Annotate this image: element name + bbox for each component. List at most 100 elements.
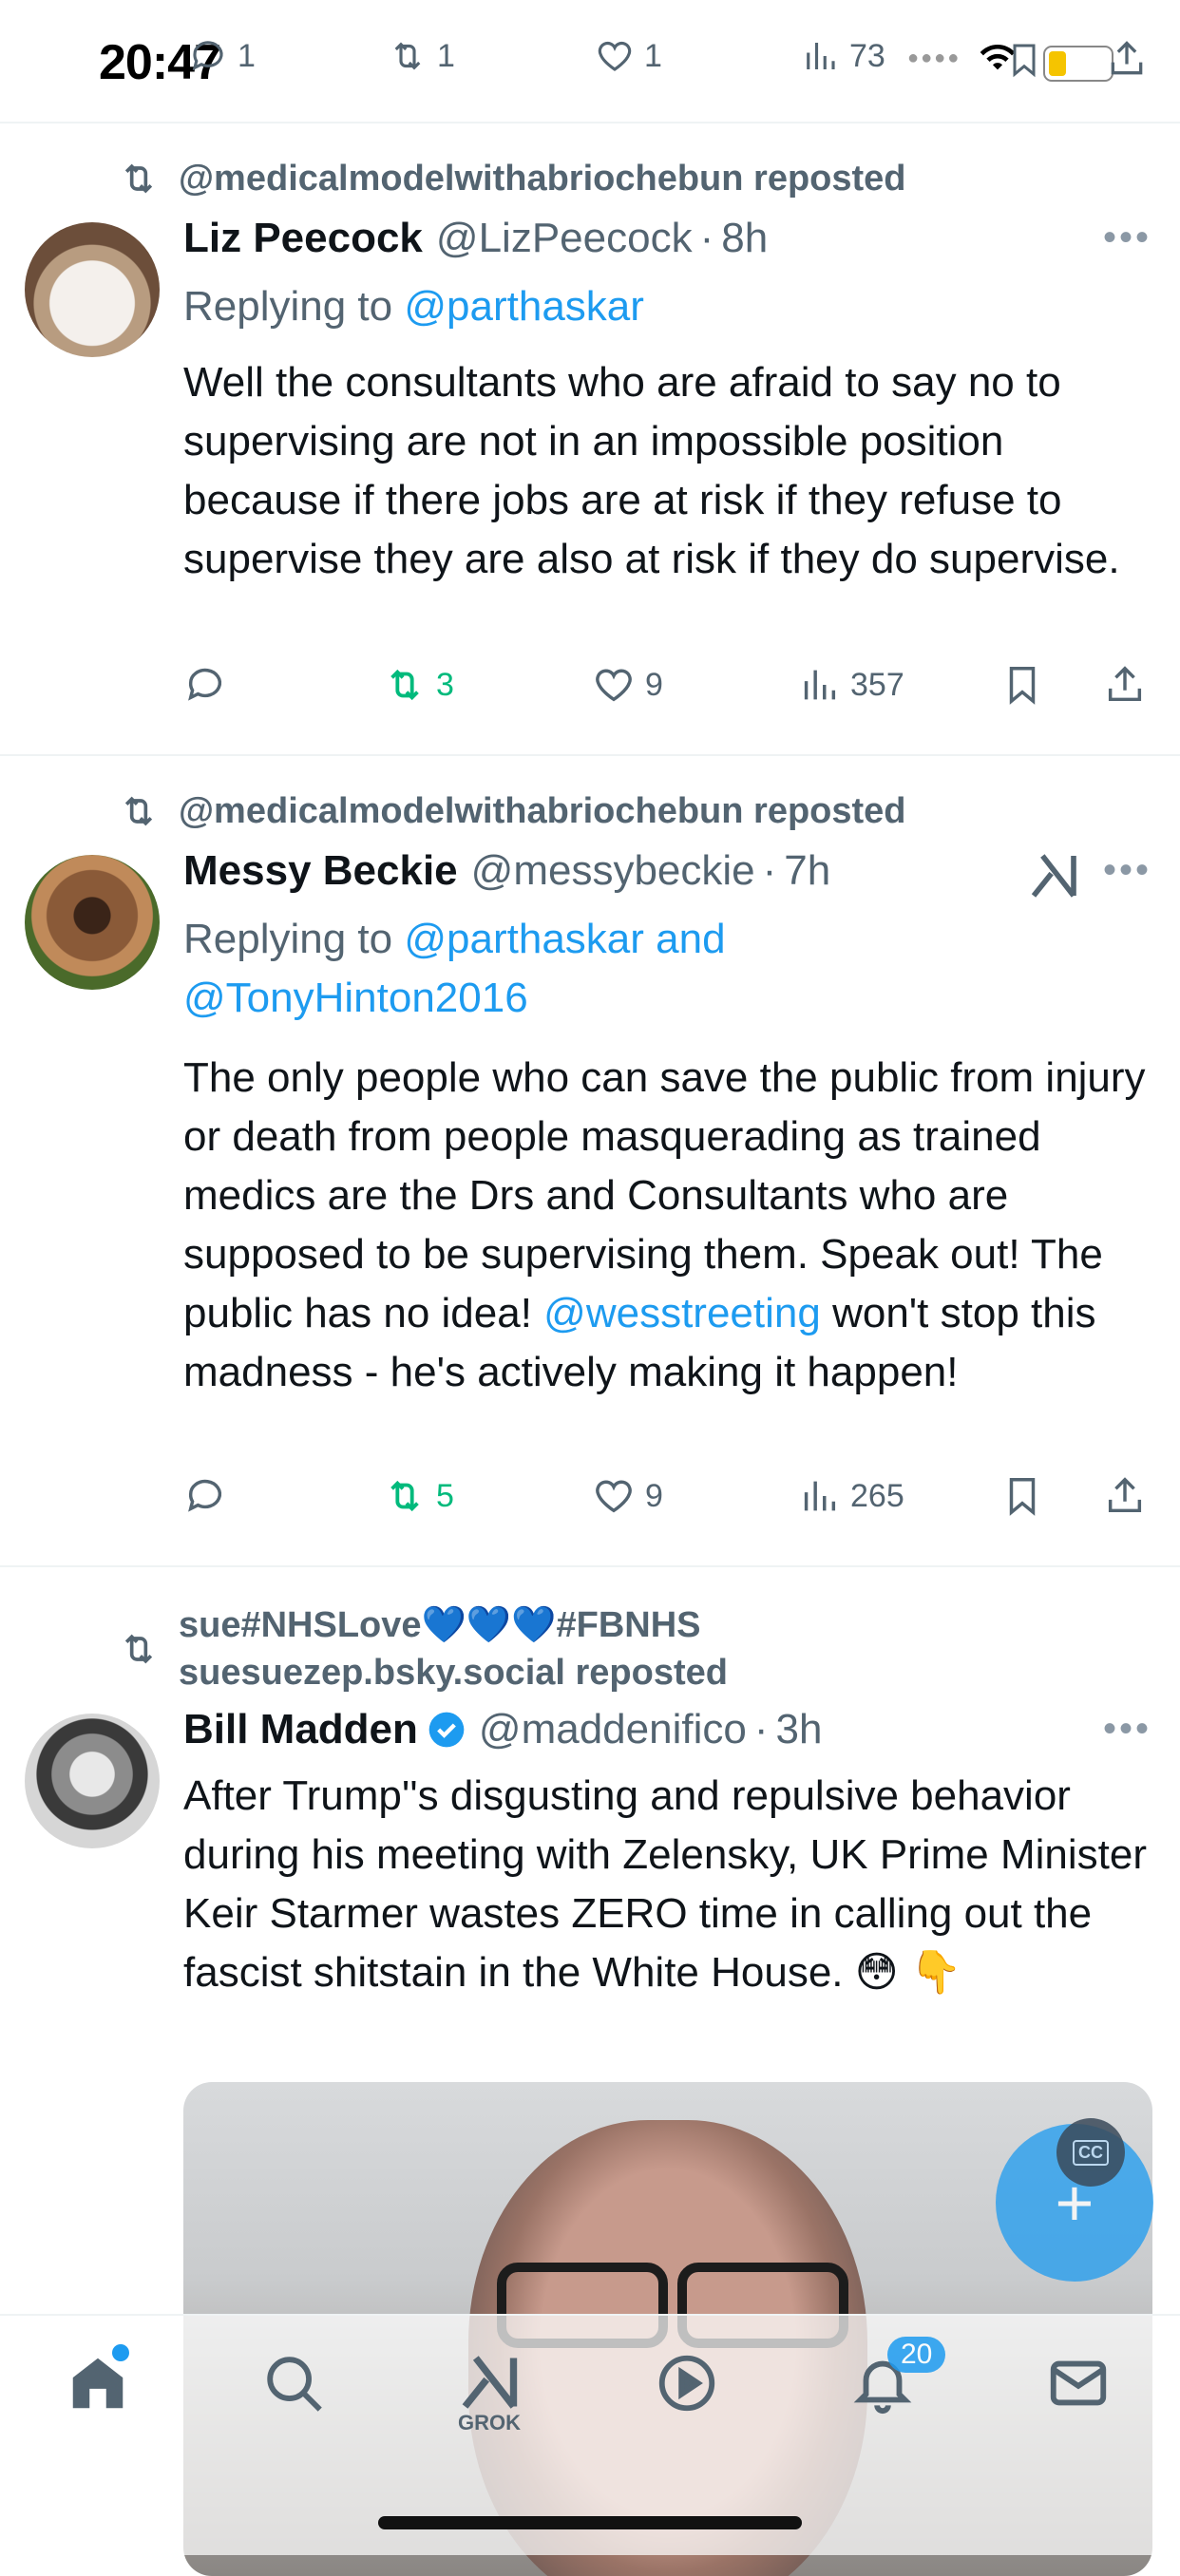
captions-button[interactable]: CC [1056, 2118, 1125, 2187]
repost-icon [124, 796, 153, 826]
post-time: 7h [784, 847, 831, 894]
nav-messages[interactable] [1036, 2350, 1121, 2435]
separator: · [762, 847, 777, 894]
repost-icon [394, 42, 421, 70]
bookmark-button[interactable] [1000, 1474, 1054, 1518]
bookmark-button[interactable] [1000, 663, 1054, 707]
post-header: Liz Peecock @LizPeecock · 8h [183, 215, 768, 262]
post-text: Well the consultants who are afraid to s… [183, 359, 1120, 582]
more-options-icon[interactable]: ••• [1103, 849, 1151, 892]
like-count: 1 [644, 37, 662, 74]
share-icon [1108, 666, 1142, 702]
repost-button[interactable]: 1 [388, 36, 455, 76]
share-button[interactable] [1103, 663, 1156, 707]
repost-icon [124, 1634, 153, 1664]
repost-button[interactable]: 3 [383, 663, 454, 707]
author-handle[interactable]: @LizPeecock [436, 215, 693, 262]
views-icon [804, 1481, 836, 1511]
post-header: Messy Beckie @messybeckie · 7h [183, 847, 830, 895]
post-text: After Trump''s disgusting and repulsive … [183, 1772, 1147, 1996]
grok-icon [462, 2356, 518, 2409]
repost-icon [390, 1480, 419, 1512]
mail-icon [1050, 2360, 1107, 2406]
post-text: The only people who can save the public … [183, 1054, 1146, 1395]
reply-button[interactable] [183, 1474, 237, 1518]
reply-icon [192, 41, 223, 71]
verified-badge-icon [428, 1712, 465, 1748]
repost-attribution[interactable]: @medicalmodelwithabriochebun reposted [118, 790, 906, 832]
author-name[interactable]: Liz Peecock [183, 215, 423, 262]
views-button[interactable]: 73 [800, 36, 885, 76]
divider [0, 122, 1180, 123]
home-icon [72, 2358, 124, 2409]
repost-button[interactable]: 5 [383, 1474, 454, 1518]
post-actions: 5 9 265 [183, 1474, 1152, 1531]
like-button[interactable]: 9 [592, 663, 663, 707]
nav-home[interactable] [55, 2350, 141, 2435]
divider [0, 1565, 1180, 1567]
repost-count: 5 [436, 1477, 454, 1514]
views-button[interactable]: 357 [797, 663, 904, 707]
mention-link[interactable]: @wesstreeting [543, 1290, 821, 1336]
repost-attribution[interactable]: sue#NHSLove💙💙💙#FBNHS suesuezep.bsky.soci… [118, 1601, 728, 1696]
home-indicator [378, 2516, 802, 2529]
play-icon [658, 2355, 715, 2412]
like-count: 9 [645, 1477, 663, 1514]
views-icon [807, 43, 835, 69]
separator: · [753, 1706, 769, 1752]
views-count: 357 [850, 666, 904, 703]
views-icon [804, 670, 836, 700]
replying-to: Replying to @parthaskar [183, 283, 644, 330]
bookmark-icon [1009, 1478, 1036, 1516]
share-button[interactable] [1103, 1474, 1156, 1518]
signal-icon: ●●●● [907, 47, 961, 68]
bookmark-icon [1009, 667, 1036, 705]
grok-icon[interactable] [1027, 849, 1080, 902]
views-count: 73 [849, 37, 885, 74]
avatar[interactable] [25, 855, 160, 990]
views-count: 265 [850, 1477, 904, 1514]
reply-button[interactable] [183, 663, 237, 707]
nav-grok[interactable]: GROK [447, 2350, 532, 2435]
more-options-icon[interactable]: ••• [1103, 217, 1151, 259]
mention-link[interactable]: @parthaskar and [404, 916, 725, 962]
author-handle[interactable]: @maddenifico [479, 1706, 747, 1753]
separator: · [699, 215, 714, 261]
post-time: 3h [775, 1706, 823, 1752]
like-button[interactable]: 9 [592, 1474, 663, 1518]
heart-icon [598, 41, 632, 71]
author-name[interactable]: Bill Madden [183, 1706, 418, 1753]
reply-button[interactable]: 1 [188, 36, 256, 76]
reply-count: 1 [238, 37, 256, 74]
nav-search[interactable] [251, 2350, 336, 2435]
author-handle[interactable]: @messybeckie [471, 847, 755, 895]
repost-icon [124, 163, 153, 194]
views-button[interactable]: 265 [797, 1474, 904, 1518]
avatar[interactable] [25, 222, 160, 357]
repost-count: 3 [436, 666, 454, 703]
reply-icon [188, 668, 222, 701]
previous-post-actions: 1 1 1 73 ●●●● [0, 28, 1180, 95]
heart-icon [596, 1480, 632, 1513]
author-name[interactable]: Messy Beckie [183, 847, 458, 895]
share-icon [1108, 1477, 1142, 1513]
post-header: Bill Madden @maddenifico · 3h [183, 1706, 822, 1753]
mention-link[interactable]: @parthaskar [404, 283, 644, 330]
reply-icon [188, 1479, 222, 1512]
heart-icon [596, 669, 632, 702]
bookmark-icon[interactable] [1005, 38, 1043, 82]
like-button[interactable]: 1 [595, 36, 662, 76]
nav-video[interactable] [644, 2350, 730, 2435]
like-count: 9 [645, 666, 663, 703]
mention-link[interactable]: @TonyHinton2016 [183, 975, 528, 1021]
avatar[interactable] [25, 1714, 160, 1848]
more-options-icon[interactable]: ••• [1103, 1708, 1151, 1751]
notifications-badge: 20 [887, 2337, 946, 2373]
repost-attribution[interactable]: @medicalmodelwithabriochebun reposted [118, 158, 906, 199]
repost-count: 1 [437, 37, 455, 74]
search-icon [267, 2357, 322, 2412]
replying-to: Replying to @parthaskar and @TonyHinton2… [183, 916, 726, 1021]
share-icon[interactable] [1106, 36, 1148, 82]
post-time: 8h [721, 215, 769, 261]
grok-label: GROK [458, 2411, 521, 2434]
